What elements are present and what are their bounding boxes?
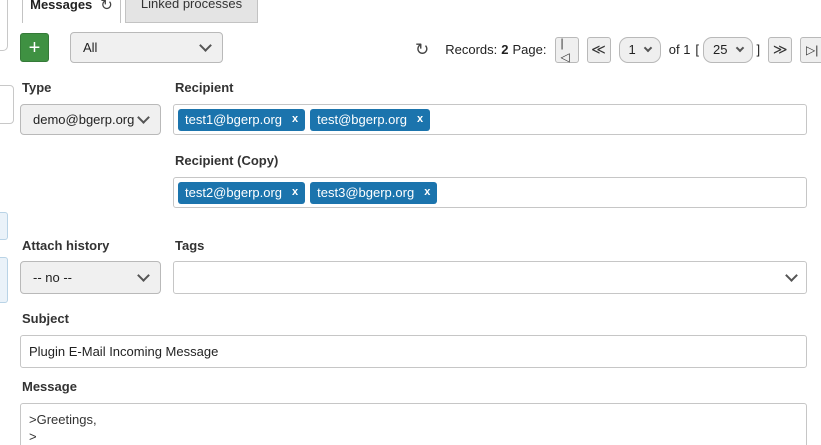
- subject-label: Subject: [22, 311, 69, 326]
- message-label: Message: [22, 379, 77, 394]
- chip-text: test3@bgerp.org: [317, 185, 414, 200]
- type-label: Type: [22, 80, 51, 95]
- first-page-button[interactable]: |◁: [555, 37, 579, 63]
- first-page-icon: |◁: [561, 36, 573, 64]
- chip-text: test1@bgerp.org: [185, 112, 282, 127]
- subject-value: Plugin E-Mail Incoming Message: [29, 344, 218, 359]
- chevron-down-icon: [137, 269, 150, 282]
- message-edit-page: Messages ↻ Linked processes + All ↻ Reco…: [0, 0, 821, 445]
- prev-page-icon: ≪: [591, 41, 606, 58]
- chip-text: test@bgerp.org: [317, 112, 407, 127]
- recipient-copy-chip: test2@bgerp.org x: [178, 182, 305, 204]
- subject-input[interactable]: Plugin E-Mail Incoming Message: [20, 335, 807, 368]
- chevron-down-icon: [643, 44, 651, 52]
- page-of-label: of 1: [669, 42, 691, 57]
- type-select-value: demo@bgerp.org: [33, 112, 134, 127]
- chevron-down-icon: [199, 39, 212, 52]
- tab-messages[interactable]: Messages ↻: [22, 0, 121, 23]
- pagination-bar: ↻ Records: 2 Page: |◁ ≪ 1 of 1 [ 25 ] ≫ …: [415, 36, 815, 63]
- page-size-value: 25: [713, 42, 727, 57]
- chip-remove-icon[interactable]: x: [292, 187, 298, 198]
- chip-text: test2@bgerp.org: [185, 185, 282, 200]
- tags-label: Tags: [175, 238, 204, 253]
- tab-linked-processes-label: Linked processes: [141, 0, 242, 11]
- next-page-icon: ≫: [773, 41, 788, 58]
- page-size-select[interactable]: 25: [703, 37, 752, 63]
- page-number-select[interactable]: 1: [619, 37, 661, 63]
- prev-page-button[interactable]: ≪: [587, 37, 611, 63]
- filter-select[interactable]: All: [70, 32, 223, 63]
- left-panel-fragment: [0, 0, 8, 51]
- recipient-label: Recipient: [175, 80, 234, 95]
- tags-select[interactable]: [173, 261, 807, 294]
- recipient-copy-chip: test3@bgerp.org x: [310, 182, 437, 204]
- page-label: Page:: [513, 42, 547, 57]
- refresh-icon[interactable]: ↻: [100, 0, 113, 12]
- chip-remove-icon[interactable]: x: [292, 114, 298, 125]
- tab-linked-processes[interactable]: Linked processes: [125, 0, 258, 23]
- left-panel-button-fragment[interactable]: [0, 212, 8, 240]
- message-textarea[interactable]: >Greetings, >: [20, 403, 807, 445]
- chevron-down-icon: [785, 269, 798, 282]
- attach-history-select[interactable]: -- no --: [20, 261, 161, 294]
- left-panel-button-fragment[interactable]: [0, 257, 8, 303]
- bracket-open: [: [695, 42, 699, 57]
- tab-messages-label: Messages: [30, 0, 92, 12]
- records-count: 2: [501, 42, 508, 57]
- recipient-copy-input[interactable]: test2@bgerp.org x test3@bgerp.org x: [173, 177, 807, 208]
- chevron-down-icon: [735, 44, 743, 52]
- recipient-copy-label: Recipient (Copy): [175, 153, 278, 168]
- attach-history-value: -- no --: [33, 270, 72, 285]
- last-page-icon: ▷|: [806, 43, 818, 57]
- left-panel-fragment: [0, 85, 14, 124]
- next-page-button[interactable]: ≫: [768, 37, 792, 63]
- type-select[interactable]: demo@bgerp.org: [20, 104, 161, 135]
- filter-select-value: All: [83, 40, 97, 55]
- recipient-chip: test1@bgerp.org x: [178, 109, 305, 131]
- chevron-down-icon: [137, 111, 150, 124]
- chip-remove-icon[interactable]: x: [424, 187, 430, 198]
- page-number-value: 1: [629, 42, 636, 57]
- bracket-close: ]: [757, 42, 761, 57]
- recipient-chip: test@bgerp.org x: [310, 109, 430, 131]
- attach-history-label: Attach history: [22, 238, 109, 253]
- add-message-button[interactable]: +: [20, 33, 49, 62]
- records-label: Records:: [445, 42, 497, 57]
- chip-remove-icon[interactable]: x: [417, 114, 423, 125]
- last-page-button[interactable]: ▷|: [800, 37, 821, 63]
- refresh-icon[interactable]: ↻: [415, 44, 429, 56]
- plus-icon: +: [29, 38, 41, 58]
- recipient-input[interactable]: test1@bgerp.org x test@bgerp.org x: [173, 104, 807, 135]
